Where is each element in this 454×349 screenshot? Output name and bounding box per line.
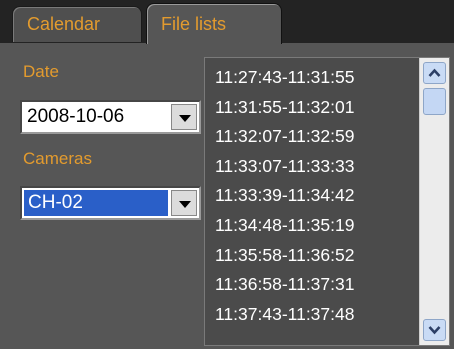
chevron-up-icon <box>428 68 441 77</box>
list-item[interactable]: 11:36:58-11:37:31 <box>215 270 354 300</box>
scroll-down-button[interactable] <box>423 319 446 341</box>
date-value: 2008-10-06 <box>27 106 125 127</box>
scroll-up-button[interactable] <box>423 62 446 84</box>
tab-file-lists[interactable]: File lists <box>146 3 282 44</box>
list-item[interactable]: 11:37:43-11:37:48 <box>215 300 354 330</box>
tab-calendar[interactable]: Calendar <box>12 6 142 42</box>
list-item[interactable]: 11:33:07-11:33:33 <box>215 152 354 182</box>
chevron-down-icon <box>428 326 441 335</box>
filter-panel: Date 2008-10-06 Cameras CH-02 <box>12 44 202 344</box>
file-list-items: 11:27:43-11:31:55 11:31:55-11:32:01 11:3… <box>215 63 354 329</box>
list-item[interactable]: 11:31:55-11:32:01 <box>215 93 354 123</box>
date-dropdown-button[interactable] <box>171 104 197 130</box>
date-dropdown[interactable]: 2008-10-06 <box>20 100 201 134</box>
file-list[interactable]: 11:27:43-11:31:55 11:31:55-11:32:01 11:3… <box>204 57 450 346</box>
list-item[interactable]: 11:34:48-11:35:19 <box>215 211 354 241</box>
date-label: Date <box>23 62 59 81</box>
camera-dropdown[interactable]: CH-02 <box>20 186 201 220</box>
camera-value: CH-02 <box>24 190 168 216</box>
list-item[interactable]: 11:27:43-11:31:55 <box>215 63 354 93</box>
camera-dropdown-button[interactable] <box>171 190 197 216</box>
list-item[interactable]: 11:32:07-11:32:59 <box>215 122 354 152</box>
chevron-down-icon <box>179 201 191 208</box>
chevron-down-icon <box>179 115 191 122</box>
vertical-scrollbar[interactable] <box>419 58 449 345</box>
list-item[interactable]: 11:33:39-11:34:42 <box>215 181 354 211</box>
cameras-label: Cameras <box>23 149 92 168</box>
tab-bar: Calendar File lists <box>0 0 454 44</box>
scroll-thumb[interactable] <box>423 88 446 115</box>
list-item[interactable]: 11:35:58-11:36:52 <box>215 241 354 271</box>
